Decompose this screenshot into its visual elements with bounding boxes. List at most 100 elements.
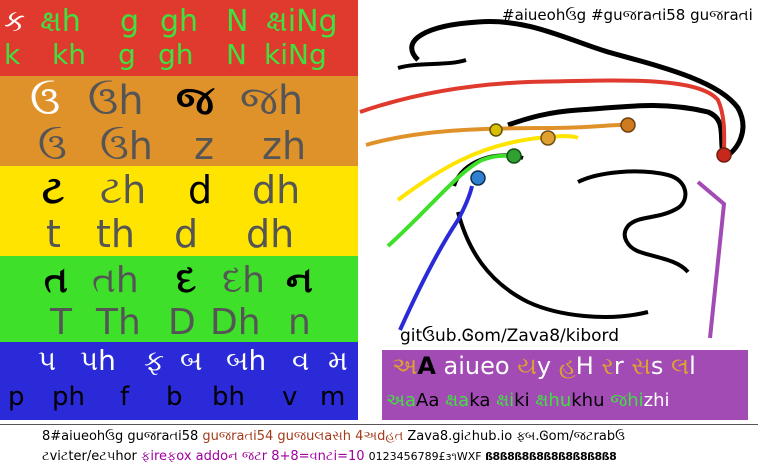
retroflex-latin: th bbox=[96, 212, 135, 256]
vowel-glyph: લ bbox=[670, 352, 690, 380]
dental-glyph: ત bbox=[44, 260, 68, 301]
velar-line bbox=[359, 78, 727, 156]
labial-latin: bh bbox=[212, 382, 245, 412]
syllable-glyph: અa bbox=[386, 390, 417, 411]
vowel-latin: y bbox=[536, 352, 559, 380]
labial-band: પ પh ફ બ બh વ મ p ph f b bh v m bbox=[0, 342, 358, 420]
retroflex-dot bbox=[489, 123, 503, 137]
velar-latin: kiNg bbox=[264, 38, 327, 71]
palatal-latin: zh bbox=[262, 124, 307, 168]
dental-dot bbox=[506, 148, 522, 164]
footer-text: guજraતi54 guજuલaસh 4અdહત bbox=[202, 429, 408, 444]
retroflex-line bbox=[396, 134, 579, 202]
labial-latin: m bbox=[320, 382, 346, 412]
retroflex-latin: dh bbox=[246, 212, 295, 256]
velar-dot bbox=[716, 147, 732, 163]
vowel-latin: l bbox=[689, 352, 696, 380]
footer-text: 0123456789£ɜ૧WXF bbox=[368, 450, 486, 463]
retroflex-glyph: ટh bbox=[100, 168, 147, 212]
labial-glyph: પh bbox=[80, 344, 116, 377]
dental-latin: n bbox=[288, 302, 311, 343]
footer-text: ß8ß8ß8ß8ß8ß8ß8ß8ß8 bbox=[485, 450, 617, 463]
retroflex-latin: d bbox=[174, 212, 199, 256]
vowel-glyph: હ bbox=[558, 352, 576, 380]
syllable-latin: ki bbox=[514, 390, 530, 411]
tongue-outline bbox=[577, 169, 690, 274]
vowel-latin: A bbox=[417, 352, 436, 380]
dental-band: ત તh દ દh ન T Th D Dh n bbox=[0, 256, 358, 343]
upper-outline bbox=[397, 58, 467, 70]
dental-latin: Th bbox=[96, 302, 141, 343]
labial-latin: ph bbox=[52, 382, 85, 412]
syllable-latin: ka bbox=[469, 390, 491, 411]
palatal-latin: ઉ bbox=[38, 124, 67, 168]
vowel-box: અA aiueo યy હH રr સs લl અaAa ક્ષaka ક્ષi… bbox=[382, 350, 748, 420]
labial-glyph: પ bbox=[38, 344, 57, 377]
vowel-glyph: અ bbox=[392, 352, 418, 380]
labial-glyph: બ bbox=[180, 344, 203, 377]
vowel-glyph: ર bbox=[601, 352, 614, 380]
syllable-glyph: ક્ષi bbox=[496, 390, 515, 411]
palatal-dot-1 bbox=[620, 117, 636, 133]
palatal-latin: z bbox=[194, 124, 214, 168]
footer-link[interactable]: Zava8.giટhub.io ફ્બ.Ꮆom/જટrabઉ bbox=[407, 429, 625, 444]
retroflex-glyph: ટ bbox=[42, 168, 65, 212]
dental-glyph: દh bbox=[222, 260, 265, 301]
vowel-glyph: સ bbox=[631, 352, 651, 380]
repo-url[interactable]: gitઉub.Ꮆom/Zava8/kibord bbox=[400, 326, 619, 346]
dental-latin: Dh bbox=[210, 302, 261, 343]
labial-glyph: બh bbox=[226, 344, 267, 377]
palatal-glyph: જh bbox=[240, 78, 304, 124]
syllable-latin: Aa bbox=[416, 390, 440, 411]
vowel-row-1: અA aiueo યy હH રr સs લl bbox=[392, 352, 696, 380]
labial-latin: v bbox=[282, 382, 298, 412]
footer-text: 8+8=વnટi=10 bbox=[271, 449, 369, 464]
footer-line-1: 8#aiueohઉg guજraતi58 guજraતi54 guજuલaસh … bbox=[42, 429, 625, 444]
dental-glyph: તh bbox=[92, 260, 139, 301]
vowel-list: aiueo bbox=[435, 352, 518, 380]
palatal-glyph: ઉ bbox=[30, 78, 61, 124]
retroflex-band: ટ ટh d dh t th d dh bbox=[0, 166, 358, 256]
labial-glyph: વ bbox=[292, 344, 310, 377]
palatal-latin: ઉh bbox=[100, 124, 153, 168]
articulation-diagram bbox=[359, 19, 746, 339]
syllable-latin: zhi bbox=[643, 390, 670, 411]
labial-latin: p bbox=[8, 382, 25, 412]
footer-line-2: ટviટter/eટ૫hor ફireફox addoન જટr 8+8=વnટ… bbox=[42, 449, 617, 464]
retroflex-latin: t bbox=[46, 212, 61, 256]
palatal-glyph: જ bbox=[176, 78, 214, 124]
dental-glyph: દ bbox=[176, 260, 197, 301]
syllable-latin: khu bbox=[571, 390, 605, 411]
velar-glyph: N bbox=[226, 4, 249, 39]
palatal-dot-2 bbox=[540, 130, 556, 146]
velar-glyph: ક્ષh bbox=[40, 4, 81, 39]
vowel-latin: H bbox=[575, 352, 602, 380]
syllable-glyph: ક્ષhu bbox=[535, 390, 572, 411]
retroflex-glyph: d bbox=[188, 168, 213, 212]
jaw-outline bbox=[456, 211, 649, 319]
velar-latin: k bbox=[4, 38, 21, 71]
glottal-line bbox=[696, 180, 727, 339]
velar-glyph: ક્ષiNg bbox=[266, 4, 338, 39]
velar-glyph: gh bbox=[160, 4, 199, 39]
labial-latin: f bbox=[120, 382, 130, 412]
dental-latin: T bbox=[50, 302, 72, 343]
labial-glyph: મ bbox=[328, 344, 348, 377]
velar-latin: gh bbox=[158, 38, 194, 71]
vowel-glyph: ય bbox=[517, 352, 537, 380]
vowel-latin: r bbox=[613, 352, 632, 380]
velar-latin: g bbox=[118, 38, 136, 71]
syllable-glyph: જhi bbox=[610, 390, 644, 411]
labial-dot bbox=[470, 170, 486, 186]
labial-line bbox=[398, 185, 474, 331]
footer: 8#aiueohઉg guજraતi58 guજraતi54 guજuલaસh … bbox=[0, 424, 758, 471]
vowel-latin: s bbox=[650, 352, 671, 380]
dental-glyph: ન bbox=[286, 260, 313, 301]
velar-glyph: ક bbox=[4, 4, 26, 39]
velar-latin: kh bbox=[52, 38, 86, 71]
retroflex-glyph: dh bbox=[252, 168, 301, 212]
velar-band: ક ક્ષh g gh N ક્ષiNg k kh g gh N kiNg bbox=[0, 0, 358, 76]
dental-latin: D bbox=[168, 302, 196, 343]
footer-text: 8#aiueohઉg guજraતi58 bbox=[42, 429, 203, 444]
syllable-glyph: ક્ષa bbox=[445, 390, 470, 411]
